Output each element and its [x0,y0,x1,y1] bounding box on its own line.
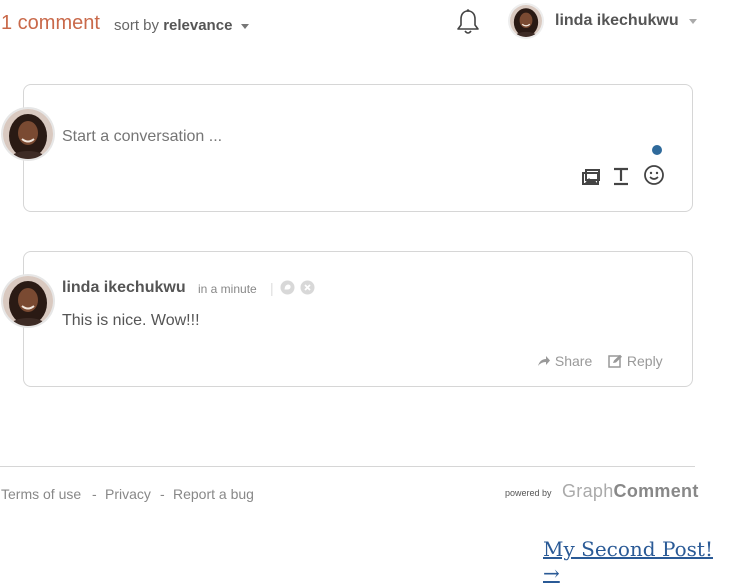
share-icon [537,354,551,370]
chevron-down-icon [240,23,249,29]
share-label: Share [554,353,593,369]
chevron-down-icon[interactable] [689,19,697,24]
text-format-icon[interactable] [610,165,632,187]
powered-by-label: powered by [505,488,552,498]
report-bug-link[interactable]: Report a bug [173,486,254,502]
divider: | [270,280,274,296]
share-button[interactable]: Share [537,353,592,370]
bell-icon[interactable] [455,8,481,36]
comment-count: 1 comment [1,12,100,34]
comment-time: in a minute [198,282,257,296]
user-avatar[interactable] [510,5,542,37]
notification-dot [652,145,662,155]
emoji-icon[interactable] [643,164,665,186]
next-post-link[interactable]: My Second Post! → [543,537,730,585]
comment-input[interactable] [62,128,562,146]
sort-dropdown[interactable]: sort by relevance [114,17,249,34]
logo-graph: Graph [562,481,614,501]
chat-icon[interactable] [280,280,295,295]
comment-composer [23,84,693,212]
user-name[interactable]: linda ikechukwu [555,12,679,30]
logo-comment: Comment [613,481,699,501]
graphcomment-logo[interactable]: GraphComment [562,481,699,502]
avatar [3,109,53,159]
reply-label: Reply [626,353,663,369]
image-icon[interactable] [580,166,602,188]
sort-value: relevance [163,17,233,34]
footer-divider [0,466,695,467]
comment-author[interactable]: linda ikechukwu [62,279,186,297]
sort-prefix: sort by [114,17,160,34]
footer-separator: - [92,486,97,502]
comment-body: This is nice. Wow!!! [62,312,200,329]
footer-separator: - [160,486,165,502]
privacy-link[interactable]: Privacy [105,486,151,502]
terms-link[interactable]: Terms of use [1,486,81,502]
avatar [3,276,53,326]
reply-button[interactable]: Reply [608,353,663,371]
close-icon[interactable] [300,280,315,295]
reply-icon [608,354,623,371]
